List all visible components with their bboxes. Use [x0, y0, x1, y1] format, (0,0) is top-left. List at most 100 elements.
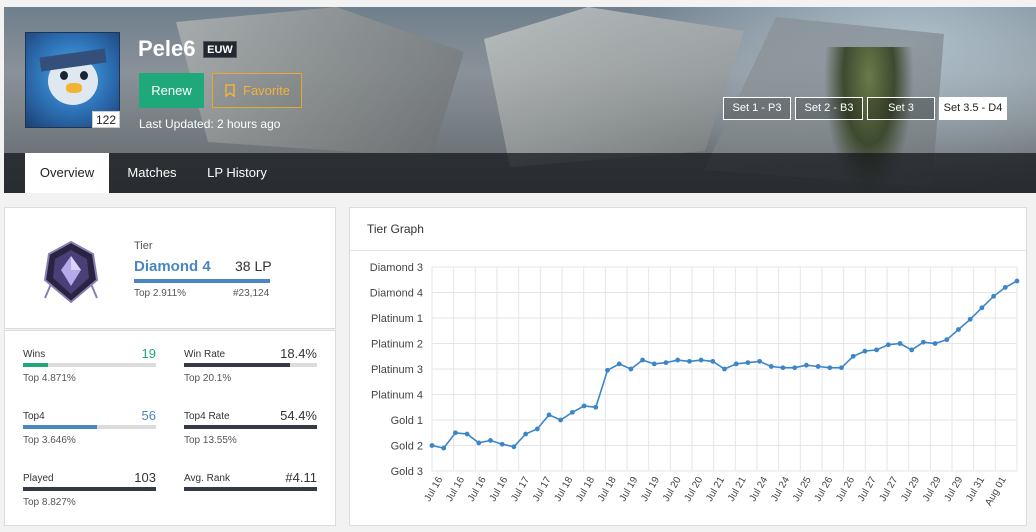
tab-lp-history[interactable]: LP History — [199, 153, 275, 193]
set-1-button[interactable]: Set 1 - P3 — [723, 97, 791, 120]
set-2-button[interactable]: Set 2 - B3 — [795, 97, 863, 120]
data-point[interactable] — [874, 347, 879, 353]
x-tick-label: Jul 27 — [856, 475, 879, 504]
x-tick-label: Jul 19 — [639, 475, 662, 504]
data-point[interactable] — [944, 337, 950, 343]
stat-value: 103 — [134, 470, 156, 485]
stats-card: Wins 19 Top 4.871% Win Rate 18.4% Top 20… — [4, 330, 336, 526]
stat-sub: Top 20.1% — [184, 373, 232, 384]
renew-button[interactable]: Renew — [139, 73, 204, 108]
banner-rock — [484, 7, 744, 167]
data-point[interactable] — [499, 441, 505, 447]
stat-bar — [23, 425, 156, 429]
x-tick-label: Jul 24 — [748, 475, 771, 504]
data-point[interactable] — [605, 367, 610, 373]
data-point[interactable] — [991, 293, 996, 299]
set-3-button[interactable]: Set 3 — [867, 97, 935, 120]
data-point[interactable] — [581, 403, 587, 409]
data-point[interactable] — [722, 366, 727, 372]
y-tick-label: Gold 2 — [391, 441, 423, 453]
data-point[interactable] — [675, 357, 681, 363]
data-point[interactable] — [862, 348, 868, 354]
stat-bar-fill — [23, 425, 98, 429]
stat-label: Wins — [23, 349, 46, 360]
x-tick-label: Jul 26 — [834, 475, 857, 504]
data-point[interactable] — [663, 360, 669, 366]
data-point[interactable] — [768, 364, 774, 369]
set-3-5-button[interactable]: Set 3.5 - D4 — [939, 97, 1007, 120]
data-point[interactable] — [476, 440, 482, 446]
data-point[interactable] — [511, 444, 517, 450]
stat-label: Win Rate — [184, 349, 226, 360]
x-tick-label: Jul 24 — [769, 475, 792, 504]
data-point[interactable] — [441, 445, 447, 451]
data-point[interactable] — [570, 409, 575, 415]
stat-sub: Top 3.646% — [23, 435, 76, 446]
data-point[interactable] — [710, 358, 716, 364]
data-point[interactable] — [616, 361, 622, 367]
last-updated: Last Updated: 2 hours ago — [139, 117, 281, 131]
data-point[interactable] — [850, 353, 856, 359]
tab-overview[interactable]: Overview — [25, 153, 109, 193]
x-tick-label: Jul 21 — [704, 475, 727, 504]
stat-bar-fill — [23, 487, 156, 491]
stat-bar — [184, 363, 317, 367]
data-point[interactable] — [839, 365, 844, 371]
data-point[interactable] — [593, 404, 599, 410]
tab-matches[interactable]: Matches — [117, 153, 187, 193]
stat-sub: Top 4.871% — [23, 373, 76, 384]
data-point[interactable] — [698, 357, 704, 363]
data-point[interactable] — [815, 364, 821, 369]
graph-title: Tier Graph — [367, 222, 424, 236]
tier-name: Diamond 4 — [134, 258, 211, 275]
x-tick-label: Jul 21 — [726, 475, 749, 504]
data-point[interactable] — [897, 341, 903, 346]
data-point[interactable] — [932, 341, 938, 346]
x-tick-label: Jul 18 — [596, 475, 619, 504]
y-tick-label: Diamond 3 — [370, 262, 423, 274]
data-point[interactable] — [488, 438, 493, 443]
y-tick-label: Platinum 4 — [371, 390, 423, 402]
data-point[interactable] — [1002, 285, 1008, 290]
data-point[interactable] — [792, 365, 798, 371]
x-tick-label: Jul 18 — [574, 475, 597, 504]
x-tick-label: Jul 18 — [553, 475, 576, 504]
data-point[interactable] — [780, 365, 786, 371]
data-point[interactable] — [628, 366, 634, 372]
tier-graph-card: Tier Graph Diamond 3 Diamond 4 Platinum 1 P… — [349, 207, 1027, 526]
stat-label: Top4 Rate — [184, 411, 230, 422]
lp-progress-bar — [134, 279, 270, 283]
summoner-name: Pele6 — [138, 36, 196, 61]
data-point[interactable] — [464, 431, 470, 437]
data-point[interactable] — [979, 305, 985, 311]
lp-progress-fill — [134, 279, 270, 283]
favorite-button[interactable]: Favorite — [212, 73, 302, 108]
data-point[interactable] — [523, 431, 528, 437]
x-tick-label: Jul 29 — [943, 475, 966, 504]
data-point[interactable] — [804, 362, 809, 368]
stat-bar — [184, 425, 317, 429]
x-tick-label: Jul 16 — [444, 475, 467, 504]
data-point[interactable] — [757, 358, 762, 364]
data-point[interactable] — [640, 357, 645, 363]
data-point[interactable] — [733, 361, 739, 367]
data-point[interactable] — [885, 342, 891, 348]
data-point[interactable] — [687, 358, 692, 364]
data-point[interactable] — [453, 430, 458, 436]
data-point[interactable] — [546, 412, 552, 418]
data-point[interactable] — [651, 361, 657, 367]
data-point[interactable] — [1014, 278, 1020, 284]
data-point[interactable] — [909, 347, 915, 353]
data-point[interactable] — [745, 360, 751, 366]
data-point[interactable] — [827, 365, 833, 371]
stat-bar — [23, 363, 156, 367]
data-point[interactable] — [558, 417, 564, 423]
stat-value: #4.11 — [285, 470, 317, 485]
data-point[interactable] — [534, 426, 540, 432]
data-point[interactable] — [429, 443, 435, 448]
data-point[interactable] — [956, 327, 961, 332]
tier-top-percent: Top 2.911% — [134, 288, 187, 299]
data-point[interactable] — [921, 339, 926, 345]
x-tick-label: Jul 26 — [813, 475, 836, 504]
data-point[interactable] — [967, 316, 973, 322]
